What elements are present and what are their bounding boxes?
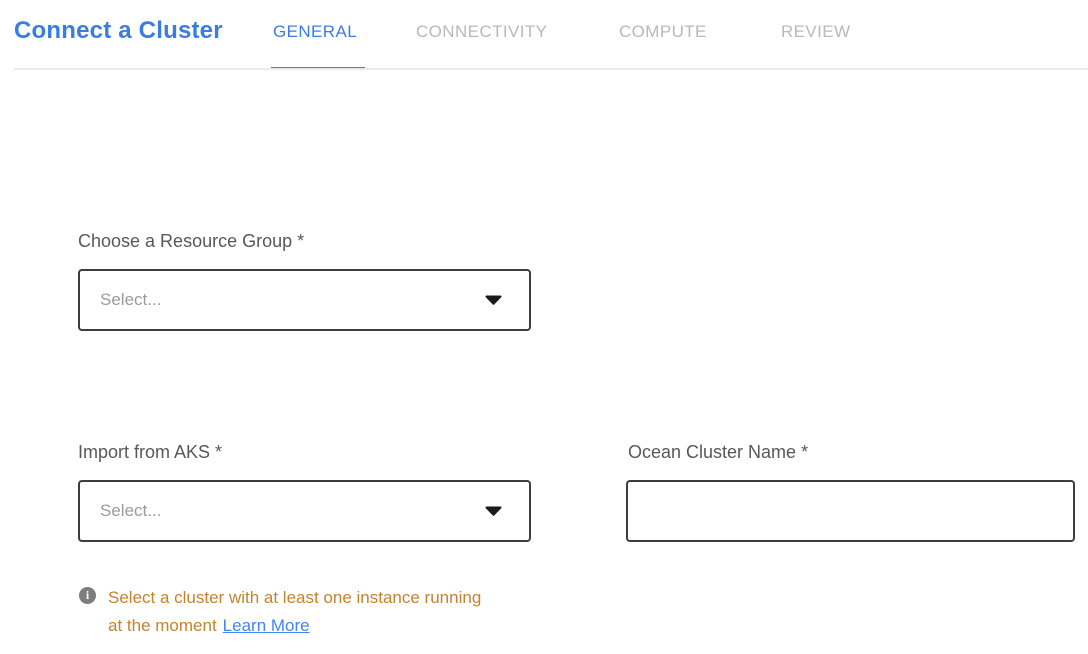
resource-group-select[interactable]: Select...: [78, 269, 531, 331]
tab-general[interactable]: GENERAL: [273, 22, 357, 42]
chevron-down-icon: [485, 506, 502, 516]
import-aks-placeholder: Select...: [100, 501, 161, 521]
resource-group-label: Choose a Resource Group *: [78, 231, 304, 252]
info-message: Select a cluster with at least one insta…: [108, 584, 488, 640]
tab-connectivity[interactable]: CONNECTIVITY: [416, 22, 547, 42]
ocean-cluster-name-input[interactable]: [626, 480, 1075, 542]
page-title: Connect a Cluster: [14, 17, 223, 45]
connect-cluster-wizard: Connect a Cluster GENERAL CONNECTIVITY C…: [0, 0, 1088, 654]
chevron-down-icon: [485, 295, 502, 305]
learn-more-link[interactable]: Learn More: [223, 616, 310, 635]
header-divider: [14, 68, 1088, 70]
import-aks-label: Import from AKS *: [78, 442, 222, 463]
info-icon: [79, 587, 96, 604]
tab-compute[interactable]: COMPUTE: [619, 22, 707, 42]
ocean-cluster-name-label: Ocean Cluster Name *: [628, 442, 808, 463]
import-aks-select[interactable]: Select...: [78, 480, 531, 542]
tab-review[interactable]: REVIEW: [781, 22, 850, 42]
resource-group-placeholder: Select...: [100, 290, 161, 310]
